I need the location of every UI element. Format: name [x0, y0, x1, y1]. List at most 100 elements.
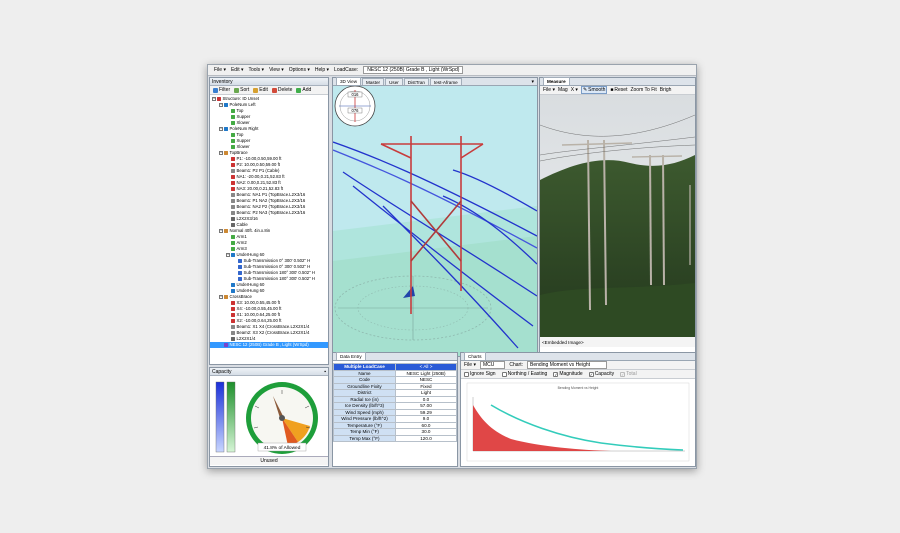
collapse-toggle-icon[interactable]: − [212, 97, 216, 101]
node-type-icon [231, 253, 235, 257]
node-type-icon [231, 187, 235, 191]
embedded-image-caption: <Embedded Image> [542, 340, 584, 345]
node-type-icon [238, 277, 242, 281]
reset-button[interactable]: ■ Reset [610, 87, 627, 93]
menu-view[interactable]: View ▾ [269, 67, 284, 73]
zoom-to-fit-button[interactable]: Zoom To Fit [630, 87, 656, 93]
grid-value[interactable]: 120.0 [395, 434, 457, 442]
node-type-icon [231, 337, 235, 341]
node-type-icon [224, 127, 228, 131]
tab-measure[interactable]: Measure [543, 77, 570, 85]
menu-help[interactable]: Help ▾ [315, 67, 329, 73]
ignore-sign-checkbox[interactable]: Ignore Sign [464, 371, 496, 377]
x-menu[interactable]: X ▾ [571, 87, 578, 93]
measure-toolbar: File ▾ Mag X ▾ ✎ Smooth ■ Reset Zoom To Fi… [540, 86, 695, 95]
mag-button[interactable]: Mag [558, 87, 568, 93]
tab-charts[interactable]: Charts [464, 352, 486, 360]
northing-easting-checkbox[interactable]: Northing / Easting [501, 371, 547, 377]
data-entry-panel: Data Entry Multiple LoadCase < All > Nam… [332, 352, 458, 467]
add-button[interactable]: Add [296, 87, 311, 93]
check-icon: ✓ [588, 371, 594, 377]
node-type-icon [231, 211, 235, 215]
tab-3d-view[interactable]: 3D View [336, 77, 362, 85]
node-type-icon [231, 115, 235, 119]
charts-panel: Charts File ▾ MCU Chart: Bending Moment … [460, 352, 696, 467]
compass-top-readout: 016 [352, 92, 360, 97]
charts-toolbar-1: File ▾ MCU Chart: Bending Moment vs Heig… [461, 361, 695, 370]
collapse-toggle-icon[interactable]: − [219, 151, 223, 155]
filter-button[interactable]: Filter [213, 87, 230, 93]
node-type-icon [224, 343, 228, 347]
node-type-icon [231, 283, 235, 287]
tab-master[interactable]: Master [362, 78, 385, 85]
embedded-photo[interactable]: <Embedded Image> [540, 95, 695, 347]
mcu-select[interactable]: MCU [479, 361, 506, 369]
tree-node[interactable]: NESC 12 (250B) Grade B , Light (WrSpd) [210, 342, 328, 348]
capacity-panel: Capacity ▪ 41.8% of Allowed Unused [209, 367, 329, 467]
node-type-icon [231, 181, 235, 185]
tree-node-label: NESC 12 (250B) Grade B , Light (WrSpd) [229, 342, 309, 347]
loadcase-label: LoadCase: [334, 67, 359, 73]
collapse-toggle-icon[interactable]: − [219, 103, 223, 107]
reset-icon: ■ [610, 87, 614, 93]
node-type-icon [238, 259, 242, 263]
tab-test-aframe[interactable]: test-Aframe [429, 78, 462, 85]
node-type-icon [238, 271, 242, 275]
check-icon: ✓ [620, 371, 626, 377]
total-checkbox[interactable]: ✓ Total [620, 371, 637, 377]
sort-icon [234, 87, 240, 93]
menu-tools[interactable]: Tools ▾ [248, 67, 264, 73]
menu-options[interactable]: Options ▾ [289, 67, 310, 73]
menu-file[interactable]: File ▾ [214, 67, 226, 73]
bending-moment-chart[interactable]: Bending Moment vs Height [461, 379, 695, 465]
node-type-icon [231, 193, 235, 197]
loadcase-grid: Multiple LoadCase < All > Name NESC Light… [333, 363, 457, 442]
charts-file-menu[interactable]: File ▾ [464, 362, 476, 368]
node-type-icon [231, 307, 235, 311]
grid-key: Wind Pressure (lb/ft^2) [333, 415, 396, 423]
tab-user[interactable]: User [385, 78, 403, 85]
node-type-icon [231, 145, 235, 149]
charts-toolbar-2: Ignore Sign Northing / Easting ✓ Magnitud… [461, 370, 695, 379]
node-type-icon [231, 223, 235, 227]
pencil-icon: ✎ [582, 87, 588, 93]
node-type-icon [231, 139, 235, 143]
compass[interactable]: 016 076 [334, 86, 376, 127]
node-type-icon [231, 235, 235, 239]
pin-icon[interactable]: ▾ [531, 79, 534, 85]
smooth-button[interactable]: ✎ Smooth [580, 86, 608, 94]
collapse-toggle-icon[interactable]: − [219, 295, 223, 299]
loadcase-select[interactable]: NESC 12 (250B) Grade B , Light (WrSpd) [363, 66, 464, 74]
add-icon [296, 87, 302, 93]
collapse-toggle-icon[interactable]: − [219, 127, 223, 131]
node-type-icon [231, 319, 235, 323]
magnitude-checkbox[interactable]: ✓ Magnitude [553, 371, 583, 377]
inventory-toolbar: Filter Sort Edit Delete Add [210, 86, 328, 95]
node-type-icon [231, 121, 235, 125]
view3d-canvas[interactable]: 016 076 [333, 86, 537, 356]
tab-data-entry[interactable]: Data Entry [336, 352, 366, 360]
capacity-gauge: 41.8% of Allowed [215, 381, 318, 454]
chart-title: Bending Moment vs Height [558, 386, 599, 390]
pin-icon[interactable]: ▪ [324, 368, 326, 375]
collapse-toggle-icon[interactable]: − [226, 253, 230, 257]
node-type-icon [224, 151, 228, 155]
node-type-icon [231, 169, 235, 173]
view3d-panel: 3D View Master User DistTran test-Aframe… [332, 77, 538, 357]
menu-edit[interactable]: Edit ▾ [231, 67, 244, 73]
edit-button[interactable]: Edit [253, 87, 268, 93]
node-type-icon [238, 265, 242, 269]
capacity-checkbox[interactable]: ✓ Capacity [588, 371, 614, 377]
delete-button[interactable]: Delete [271, 87, 292, 93]
chart-select[interactable]: Bending Moment vs Height [526, 361, 608, 369]
node-type-icon [231, 133, 235, 137]
collapse-toggle-icon[interactable]: − [219, 229, 223, 233]
capacity-readout: 41.8% of Allowed [264, 445, 301, 451]
data-entry-tabs: Data Entry [333, 352, 457, 361]
sort-button[interactable]: Sort [234, 87, 249, 93]
measure-file-menu[interactable]: File ▾ [543, 87, 555, 93]
node-type-icon [217, 97, 221, 101]
brightness-button[interactable]: Brigh [660, 87, 672, 93]
tab-disttran[interactable]: DistTran [403, 78, 429, 85]
node-type-icon [231, 301, 235, 305]
